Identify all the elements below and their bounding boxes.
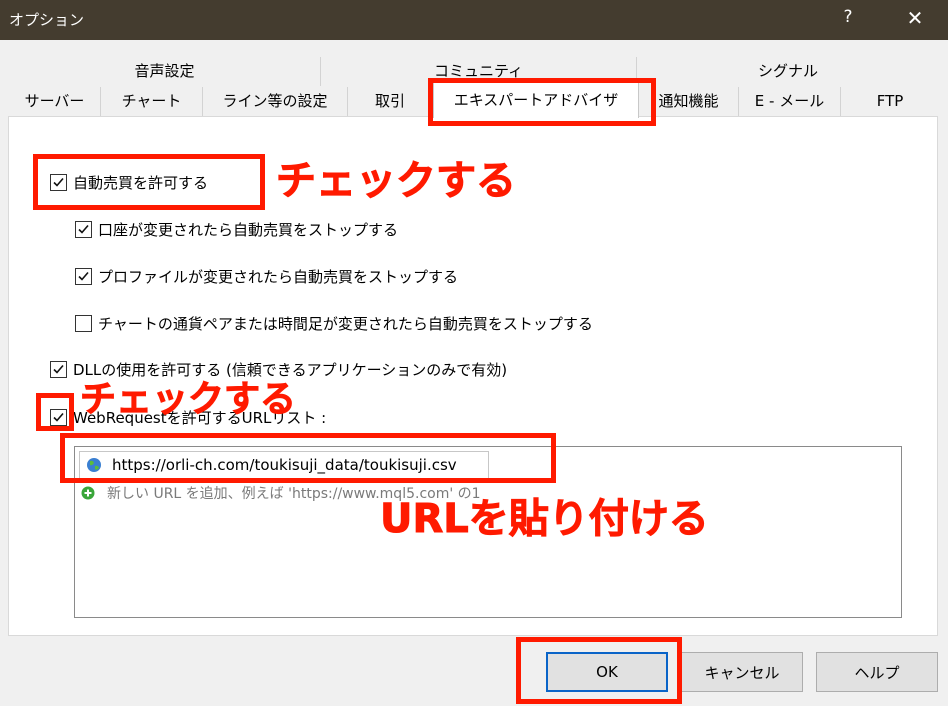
window-title: オプション: [9, 11, 85, 29]
title-bar: オプション ? ✕: [0, 0, 948, 40]
stop-on-account-change-checkbox[interactable]: [75, 221, 92, 238]
allow-webrequest-checkbox[interactable]: [50, 409, 67, 426]
tab-signal[interactable]: シグナル: [637, 57, 939, 86]
tab-expert-advisor[interactable]: エキスパートアドバイザ: [433, 82, 639, 118]
globe-icon: [87, 458, 101, 472]
stop-on-account-change-option[interactable]: 口座が変更されたら自動売買をストップする: [75, 219, 398, 240]
stop-on-chart-change-label: チャートの通貨ペアまたは時間足が変更されたら自動売買をストップする: [98, 315, 593, 333]
stop-on-chart-change-option[interactable]: チャートの通貨ペアまたは時間足が変更されたら自動売買をストップする: [75, 313, 593, 334]
cancel-button[interactable]: キャンセル: [681, 652, 803, 692]
auto-trading-option[interactable]: 自動売買を許可する: [50, 172, 208, 193]
tab-line-settings[interactable]: ライン等の設定: [203, 87, 348, 116]
tab-notification[interactable]: 通知機能: [639, 87, 739, 116]
stop-on-profile-change-option[interactable]: プロファイルが変更されたら自動売買をストップする: [75, 266, 458, 287]
stop-on-profile-change-label: プロファイルが変更されたら自動売買をストップする: [98, 268, 459, 286]
check-icon: [53, 177, 64, 187]
url-text: https://orli-ch.com/toukisuji_data/touki…: [112, 456, 457, 474]
auto-trading-checkbox[interactable]: [50, 174, 67, 191]
auto-trading-label: 自動売買を許可する: [73, 174, 209, 192]
url-list-item[interactable]: https://orli-ch.com/toukisuji_data/touki…: [79, 451, 489, 479]
ok-button[interactable]: OK: [546, 652, 668, 692]
annotation-check-auto-trading: チェックする: [276, 158, 517, 205]
check-icon: [53, 412, 64, 422]
tab-sound[interactable]: 音声設定: [9, 57, 321, 86]
add-icon: [81, 486, 95, 500]
check-icon: [78, 224, 89, 234]
annotation-paste-url: URLを貼り付ける: [380, 496, 710, 543]
tab-trade[interactable]: 取引: [348, 87, 433, 116]
check-icon: [78, 271, 89, 281]
tab-chart[interactable]: チャート: [101, 87, 203, 116]
annotation-check-webrequest: チェックする: [79, 379, 297, 421]
help-button[interactable]: ヘルプ: [816, 652, 938, 692]
stop-on-profile-change-checkbox[interactable]: [75, 268, 92, 285]
check-icon: [53, 364, 64, 374]
stop-on-account-change-label: 口座が変更されたら自動売買をストップする: [98, 221, 399, 239]
help-icon[interactable]: ?: [838, 7, 858, 27]
allow-dll-checkbox[interactable]: [50, 361, 67, 378]
tab-server[interactable]: サーバー: [9, 87, 101, 116]
close-icon[interactable]: ✕: [904, 6, 926, 30]
stop-on-chart-change-checkbox[interactable]: [75, 315, 92, 332]
tab-email[interactable]: E - メール: [739, 87, 841, 116]
tab-ftp[interactable]: FTP: [841, 87, 939, 116]
